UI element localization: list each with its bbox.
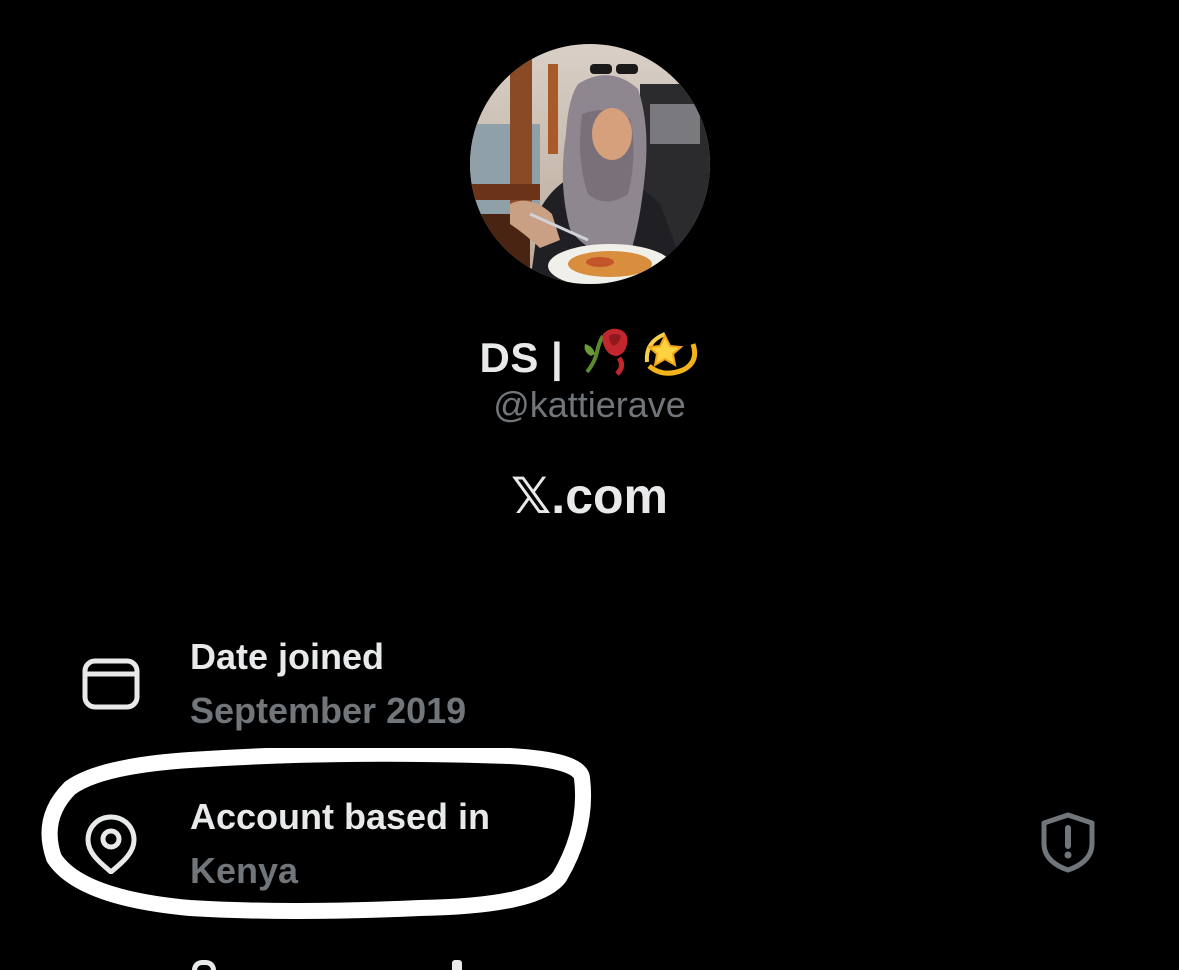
site-brand: 𝕏.com <box>0 467 1179 525</box>
calendar-icon <box>82 658 140 710</box>
profile-handle: @kattierave <box>493 384 686 425</box>
display-name-emojis <box>581 322 699 388</box>
x-logo-icon: 𝕏 <box>511 467 552 525</box>
partial-glyph <box>192 960 216 970</box>
dizzy-emoji <box>645 332 698 376</box>
wilted-rose-emoji <box>585 328 628 376</box>
date-joined-label: Date joined <box>190 636 385 677</box>
shield-alert-icon[interactable] <box>1036 810 1100 874</box>
partial-glyph <box>452 960 462 970</box>
display-name-text: DS | <box>479 334 564 381</box>
site-domain-text: .com <box>551 468 668 524</box>
date-joined-row: Date joined September 2019 <box>0 630 1179 740</box>
date-joined-value: September 2019 <box>190 690 467 731</box>
profile-display-name: DS | <box>0 322 1179 388</box>
profile-avatar[interactable] <box>470 44 710 284</box>
next-row-partial <box>0 950 1179 970</box>
hand-drawn-circle-annotation <box>41 748 592 919</box>
avatar-photo <box>470 44 710 284</box>
